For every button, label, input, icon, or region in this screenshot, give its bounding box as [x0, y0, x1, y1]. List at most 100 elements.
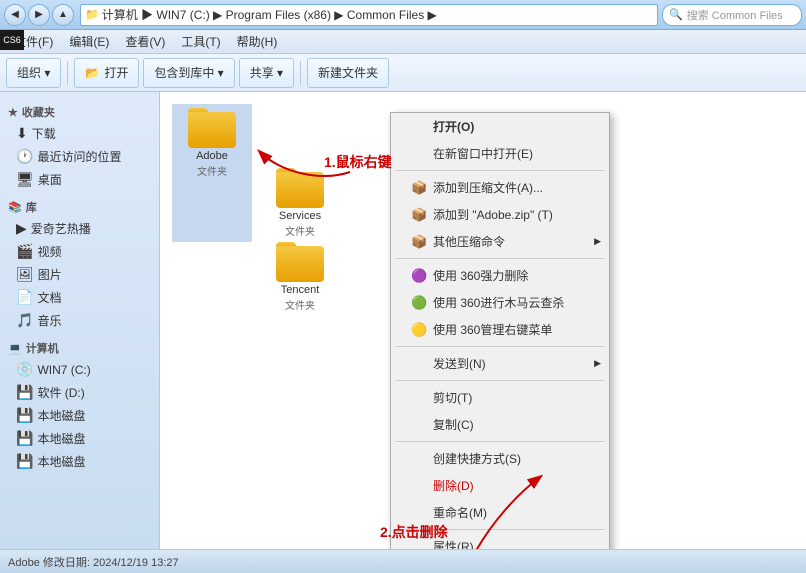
adobe-folder-img	[188, 108, 236, 148]
sidebar-item-desktop[interactable]: 🖥 桌面	[0, 168, 159, 191]
ctx-other-compress-icon: 📦	[411, 234, 427, 250]
sidebar-item-iqiyi[interactable]: ▶ 爱奇艺热播	[0, 217, 159, 240]
open-button[interactable]: 📂 打开	[74, 58, 139, 88]
recent-icon: 🕐	[16, 148, 33, 165]
local-disk-1-icon: 💾	[16, 407, 33, 424]
ctx-sep-2	[395, 258, 605, 259]
video-icon: 🎬	[16, 243, 33, 260]
sidebar-favorites-section: ★ 收藏夹 ⬇ 下载 🕐 最近访问的位置 🖥 桌面	[0, 100, 159, 191]
new-folder-label: 新建文件夹	[318, 64, 378, 81]
sidebar-item-recent[interactable]: 🕐 最近访问的位置	[0, 145, 159, 168]
ctx-add-zip-label: 添加到压缩文件(A)...	[433, 179, 543, 196]
share-button[interactable]: 共享 ▾	[239, 58, 294, 88]
ctx-create-shortcut[interactable]: 创建快捷方式(S)	[391, 445, 609, 472]
ctx-360-scan[interactable]: 🟢 使用 360进行木马云查杀	[391, 289, 609, 316]
sidebar-item-picture[interactable]: 🖼 图片	[0, 263, 159, 286]
ctx-360-manage-icon: 🟡	[411, 322, 427, 338]
ctx-rename-label: 重命名(M)	[433, 504, 487, 521]
file-item-adobe[interactable]: Adobe 文件夹	[172, 104, 252, 242]
ctx-shortcut-label: 创建快捷方式(S)	[433, 450, 521, 467]
ctx-copy[interactable]: 复制(C)	[391, 411, 609, 438]
open-icon: 📂	[85, 66, 100, 80]
sidebar-item-drive-d[interactable]: 💾 软件 (D:)	[0, 381, 159, 404]
local-disk-2-icon: 💾	[16, 430, 33, 447]
sidebar-item-local-disk-2[interactable]: 💾 本地磁盘	[0, 427, 159, 450]
folder-body-3	[276, 246, 324, 282]
menu-view[interactable]: 查看(V)	[117, 31, 173, 52]
ctx-adobe-zip-icon: 📦	[411, 207, 427, 223]
menu-edit[interactable]: 编辑(E)	[61, 31, 117, 52]
ctx-360-scan-icon: 🟢	[411, 295, 427, 311]
new-folder-button[interactable]: 新建文件夹	[307, 58, 389, 88]
search-icon: 🔍	[669, 8, 683, 21]
back-button[interactable]: ◀	[4, 4, 26, 26]
toolbar-separator-1	[67, 61, 68, 85]
status-bar: Adobe 修改日期: 2024/12/19 13:27	[0, 549, 806, 573]
organize-label: 组织 ▾	[17, 64, 50, 81]
ctx-360-del-label: 使用 360强力删除	[433, 267, 528, 284]
ctx-open[interactable]: 打开(O)	[391, 113, 609, 140]
services-folder-img	[276, 168, 324, 208]
sidebar-favorites-title: ★ 收藏夹	[0, 100, 159, 122]
ctx-prop-label: 属性(R)	[433, 538, 474, 549]
ctx-rename[interactable]: 重命名(M)	[391, 499, 609, 526]
ctx-360-delete[interactable]: 🟣 使用 360强力删除	[391, 262, 609, 289]
ctx-sep-4	[395, 380, 605, 381]
ctx-add-adobe-zip[interactable]: 📦 添加到 "Adobe.zip" (T)	[391, 201, 609, 228]
sidebar: ★ 收藏夹 ⬇ 下载 🕐 最近访问的位置 🖥 桌面 📚 库 ▶	[0, 92, 160, 549]
ctx-sep-3	[395, 346, 605, 347]
ctx-cut-label: 剪切(T)	[433, 389, 472, 406]
ctx-other-compress[interactable]: 📦 其他压缩命令 ▶	[391, 228, 609, 255]
address-bar[interactable]: 📁 计算机 ▶ WIN7 (C:) ▶ Program Files (x86) …	[80, 4, 658, 26]
menu-help[interactable]: 帮助(H)	[229, 31, 286, 52]
menu-tools[interactable]: 工具(T)	[173, 31, 228, 52]
ctx-properties[interactable]: 属性(R)	[391, 533, 609, 549]
up-button[interactable]: ▲	[52, 4, 74, 26]
forward-button[interactable]: ▶	[28, 4, 50, 26]
ctx-cut[interactable]: 剪切(T)	[391, 384, 609, 411]
ctx-360-manage[interactable]: 🟡 使用 360管理右键菜单	[391, 316, 609, 343]
ctx-send-to[interactable]: 发送到(N) ▶	[391, 350, 609, 377]
sidebar-computer-title: 💻 计算机	[0, 336, 159, 358]
picture-icon: 🖼	[16, 266, 34, 283]
adobe-label: Adobe	[196, 150, 228, 163]
search-box[interactable]: 🔍 搜索 Common Files	[662, 4, 802, 26]
sidebar-item-local-disk-1[interactable]: 💾 本地磁盘	[0, 404, 159, 427]
sidebar-item-local-disk-3[interactable]: 💾 本地磁盘	[0, 450, 159, 473]
document-icon: 📄	[16, 289, 33, 306]
organize-button[interactable]: 组织 ▾	[6, 58, 61, 88]
ctx-delete[interactable]: 删除(D)	[391, 472, 609, 499]
sidebar-item-download[interactable]: ⬇ 下载	[0, 122, 159, 145]
open-label: 打开	[104, 64, 128, 81]
sidebar-item-win7c[interactable]: 💿 WIN7 (C:)	[0, 358, 159, 381]
ctx-other-arrow: ▶	[594, 236, 601, 247]
ctx-sep-5	[395, 441, 605, 442]
sidebar-item-document[interactable]: 📄 文档	[0, 286, 159, 309]
sidebar-item-music[interactable]: 🎵 音乐	[0, 309, 159, 332]
services-type: 文件夹	[285, 223, 315, 238]
ctx-copy-label: 复制(C)	[433, 416, 474, 433]
ctx-sep-1	[395, 170, 605, 171]
file-item-tencent[interactable]: Tencent 文件夹	[260, 238, 340, 316]
ctx-open-new-label: 在新窗口中打开(E)	[433, 145, 533, 162]
menu-bar: 文件(F) 编辑(E) 查看(V) 工具(T) 帮助(H)	[0, 30, 806, 54]
file-list[interactable]: Adobe 文件夹 Services 文件夹 Tencen	[160, 92, 806, 549]
ctx-add-to-zip[interactable]: 📦 添加到压缩文件(A)...	[391, 174, 609, 201]
sidebar-item-video[interactable]: 🎬 视频	[0, 240, 159, 263]
title-bar: ◀ ▶ ▲ 📁 计算机 ▶ WIN7 (C:) ▶ Program Files …	[0, 0, 806, 30]
ctx-open-new-window[interactable]: 在新窗口中打开(E)	[391, 140, 609, 167]
ctx-other-compress-label: 其他压缩命令	[433, 233, 505, 250]
toolbar: 组织 ▾ 📂 打开 包含到库中 ▾ 共享 ▾ 新建文件夹	[0, 54, 806, 92]
drive-c-icon: 💿	[16, 361, 33, 378]
services-label: Services	[279, 210, 321, 223]
main-area: ★ 收藏夹 ⬇ 下载 🕐 最近访问的位置 🖥 桌面 📚 库 ▶	[0, 92, 806, 549]
folder-icon: 📁	[85, 8, 99, 21]
ctx-zip-icon: 📦	[411, 180, 427, 196]
download-icon: ⬇	[16, 125, 28, 142]
tencent-folder-img	[276, 242, 324, 282]
share-label: 共享 ▾	[250, 64, 283, 81]
file-item-services[interactable]: Services 文件夹	[260, 164, 340, 242]
pack-button[interactable]: 包含到库中 ▾	[143, 58, 234, 88]
ctx-360-scan-label: 使用 360进行木马云查杀	[433, 294, 564, 311]
folder-body-2	[276, 172, 324, 208]
